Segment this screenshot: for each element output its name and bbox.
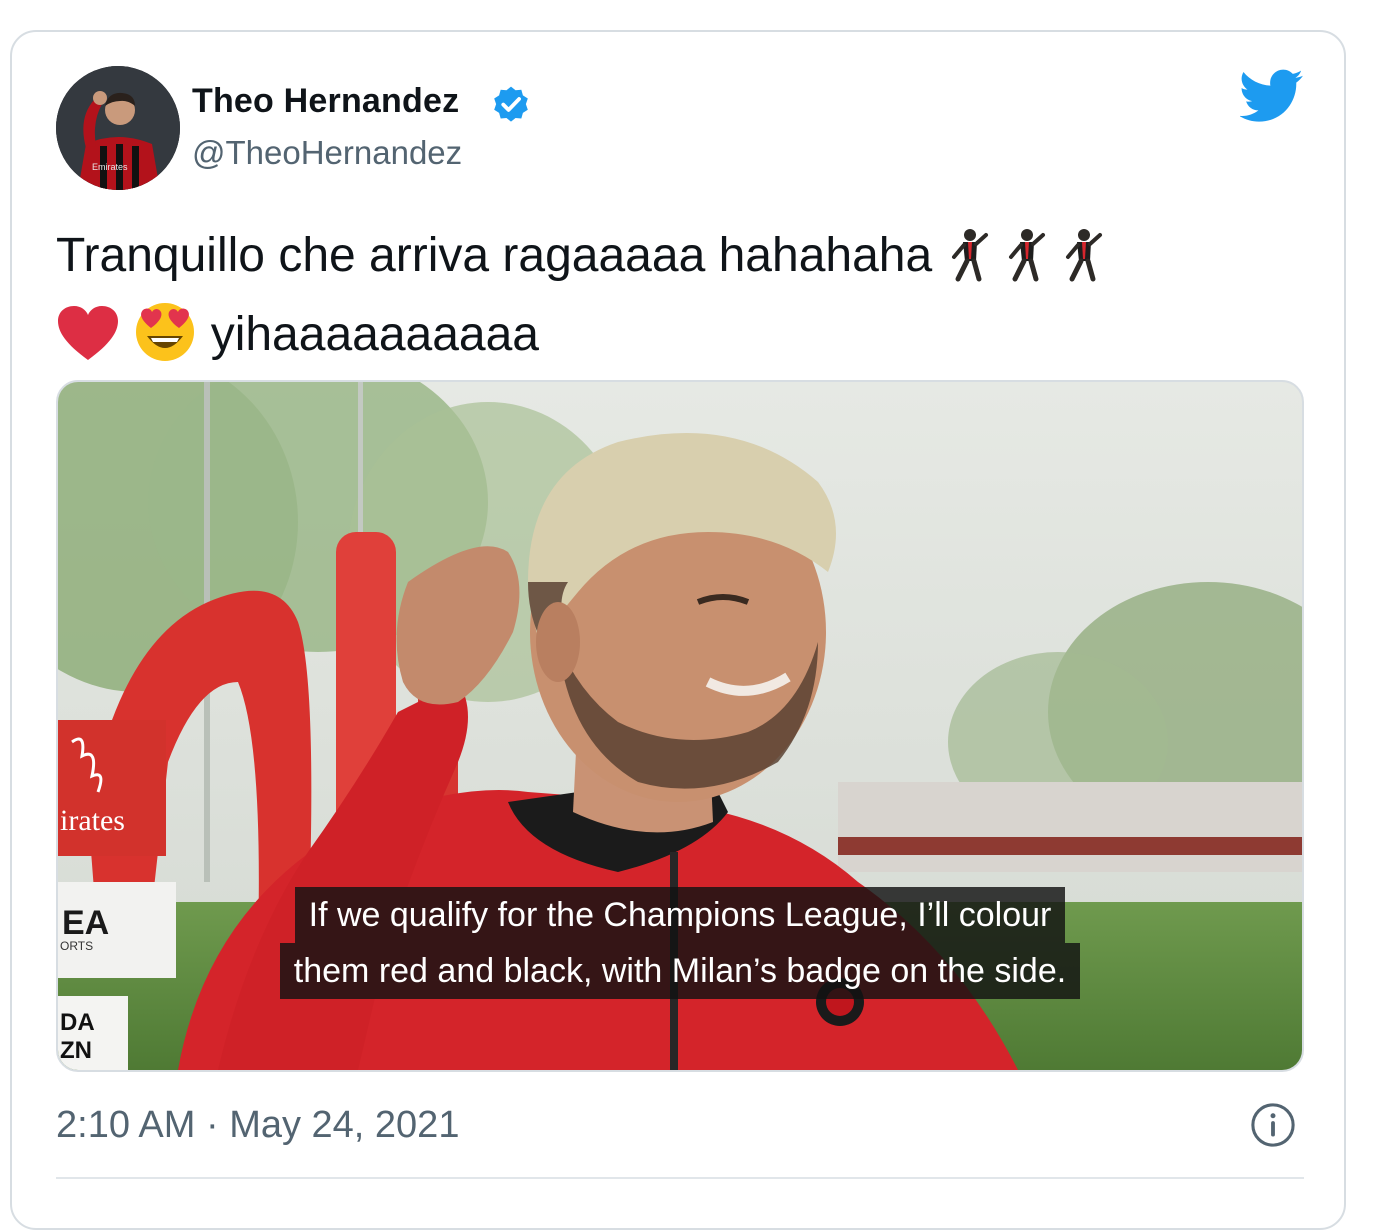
footer-divider: [56, 1177, 1304, 1179]
video-player[interactable]: irates EA ORTS DA ZN If we qualify for t…: [56, 380, 1304, 1072]
tweet-text-line1: Tranquillo che arriva ragaaaaa hahahaha: [56, 229, 933, 282]
dancing-man-emoji-icon: [946, 227, 990, 298]
dazn-text-top: DA: [60, 1009, 95, 1036]
tweet-timestamp[interactable]: 2:10 AM · May 24, 2021: [56, 1104, 459, 1147]
subtitle-line-1: If we qualify for the Champions League, …: [294, 887, 1066, 943]
author-handle[interactable]: @TheoHernandez: [192, 134, 462, 172]
dancing-man-emoji-icon: [1003, 227, 1047, 298]
svg-text:Emirates: Emirates: [92, 162, 128, 172]
tweet-text: Tranquillo che arriva ragaaaaa hahahaha: [56, 226, 1316, 377]
author-display-name[interactable]: Theo Hernandez: [192, 82, 459, 121]
verified-badge-icon: [494, 86, 528, 122]
red-heart-emoji-icon: [56, 304, 120, 377]
avatar[interactable]: Emirates: [56, 66, 180, 190]
subtitle-line-2: them red and black, with Milan’s badge o…: [279, 943, 1081, 999]
twitter-bird-icon[interactable]: [1240, 68, 1304, 124]
avatar-image: Emirates: [56, 66, 180, 190]
dazn-text-bottom: ZN: [60, 1037, 92, 1064]
video-subtitles: If we qualify for the Champions League, …: [58, 887, 1302, 999]
heart-eyes-emoji-icon: [133, 298, 197, 377]
info-icon[interactable]: [1250, 1102, 1296, 1148]
tweet-card: Emirates Theo Hernandez @TheoHernandez T…: [10, 30, 1346, 1230]
dancing-man-emoji-icon: [1060, 227, 1104, 298]
sponsor-board-text: irates: [60, 804, 125, 837]
tweet-text-line2: yihaaaaaaaaaa: [210, 308, 539, 361]
